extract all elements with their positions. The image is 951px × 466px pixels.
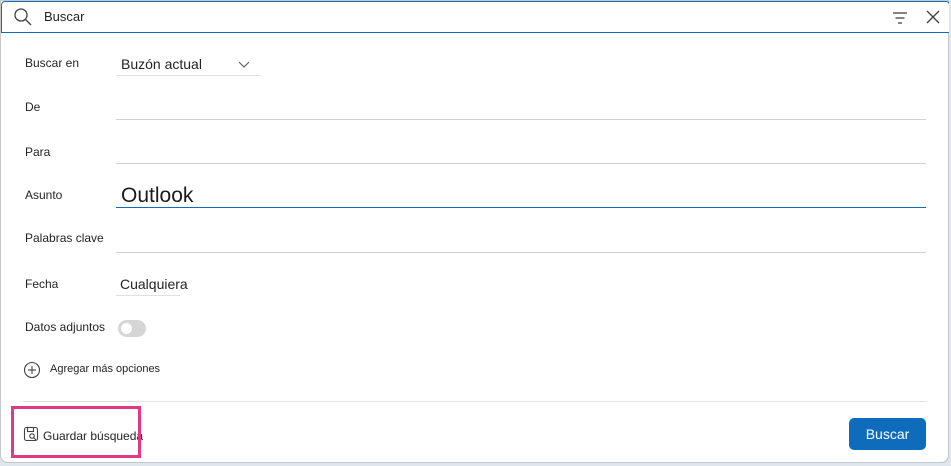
chevron-down-icon [238,61,250,68]
palabras-clave-field[interactable] [116,252,926,253]
search-panel: Buscar Buscar en Buzón actual De Para As… [0,0,950,463]
search-bar[interactable]: Buscar [1,1,950,33]
palabras-clave-label: Palabras clave [25,231,104,245]
fecha-value: Cualquiera [120,276,188,292]
highlight-box [11,406,141,458]
search-button[interactable]: Buscar [849,418,926,450]
search-input[interactable]: Buscar [44,9,84,24]
fecha-dropdown[interactable]: Cualquiera [116,272,188,296]
add-circle-icon [23,361,41,379]
search-icon [14,8,32,26]
para-field[interactable] [116,163,926,164]
buscar-en-value: Buzón actual [121,56,202,72]
de-label: De [25,100,41,114]
fecha-label: Fecha [25,277,59,291]
buscar-en-dropdown[interactable]: Buzón actual [116,52,261,76]
filter-icon[interactable] [890,8,910,28]
asunto-underline [116,207,926,208]
datos-adjuntos-toggle[interactable] [118,320,146,337]
de-field[interactable] [116,119,926,120]
asunto-label: Asunto [25,188,63,202]
buscar-en-label: Buscar en [25,56,80,70]
datos-adjuntos-label: Datos adjuntos [25,320,106,334]
close-icon[interactable] [923,7,943,27]
footer-divider [23,401,927,402]
para-label: Para [25,145,51,159]
toggle-knob [121,323,132,334]
add-more-options-label: Agregar más opciones [50,363,161,375]
asunto-field[interactable]: Outlook [121,184,193,208]
